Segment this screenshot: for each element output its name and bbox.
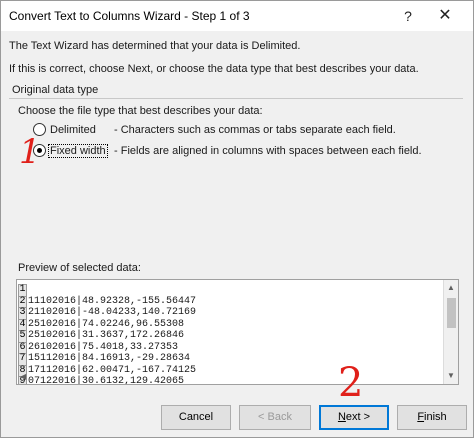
preview-row: 7 15112016|84.16913,-29.28634 <box>18 353 196 366</box>
preview-row-text <box>27 284 28 297</box>
title-bar: Convert Text to Columns Wizard - Step 1 … <box>1 1 473 31</box>
help-button[interactable]: ? <box>398 7 418 25</box>
next-button[interactable]: Next > <box>319 405 389 430</box>
preview-vertical-scrollbar[interactable]: ▲ ▼ <box>443 280 458 384</box>
wizard-dialog: Convert Text to Columns Wizard - Step 1 … <box>0 0 474 438</box>
next-accel-key: N <box>337 411 346 423</box>
intro-instructions: If this is correct, choose Next, or choo… <box>9 63 419 75</box>
preview-row-text: 21102016|-48.04233,140.72169 <box>28 307 197 318</box>
scroll-left-arrow-icon[interactable]: ◀ <box>20 372 26 381</box>
preview-row: 5 25102016|31.3637,172.26846 <box>18 330 196 343</box>
preview-label: Preview of selected data: <box>18 262 141 274</box>
preview-row-number: 7 <box>18 353 27 366</box>
preview-row: 1 <box>18 284 196 297</box>
file-type-prompt: Choose the file type that best describes… <box>18 105 263 117</box>
preview-row-text: 15112016|84.16913,-29.28634 <box>28 353 191 364</box>
preview-row-text: 25102016|31.3637,172.26846 <box>28 330 185 341</box>
annotation-step-1: 1 <box>19 132 41 172</box>
preview-row-number: 3 <box>18 307 27 320</box>
group-divider <box>9 98 463 99</box>
annotation-step-2: 2 <box>338 360 364 406</box>
delimited-description: - Characters such as commas or tabs sepa… <box>114 124 396 136</box>
intro-text: The Text Wizard has determined that your… <box>9 40 301 52</box>
scroll-thumb[interactable] <box>447 298 456 328</box>
radio-fixed-width-label[interactable]: Fixed width <box>48 143 108 158</box>
data-preview[interactable]: 1 2 11102016|48.92328,-155.56447 3 21102016|… <box>16 279 459 385</box>
window-title: Convert Text to Columns Wizard - Step 1 … <box>9 9 250 23</box>
close-button[interactable]: ✕ <box>433 6 457 26</box>
cancel-button[interactable]: Cancel <box>161 405 231 430</box>
preview-rows: 1 2 11102016|48.92328,-155.56447 3 21102016|… <box>18 284 197 385</box>
preview-row: 9 07122016|30.6132,129.42065 <box>18 376 196 385</box>
finish-button[interactable]: Finish <box>397 405 467 430</box>
preview-row-number: 5 <box>18 330 27 343</box>
original-data-type-legend: Original data type <box>12 84 102 96</box>
radio-fixed-width[interactable]: Fixed width <box>33 143 108 158</box>
preview-row: 3 21102016|-48.04233,140.72169 <box>18 307 197 320</box>
scroll-up-arrow-icon[interactable]: ▲ <box>447 283 455 292</box>
scroll-down-arrow-icon[interactable]: ▼ <box>447 371 455 380</box>
preview-row-number: 1 <box>18 284 27 297</box>
finish-label-rest: inish <box>424 411 447 423</box>
preview-row-text: 07122016|30.6132,129.42065 <box>28 376 185 385</box>
back-button[interactable]: < Back <box>239 405 311 430</box>
next-label-rest: ext > <box>345 411 371 423</box>
radio-delimited[interactable]: Delimited <box>33 123 97 136</box>
radio-delimited-label[interactable]: Delimited <box>49 124 97 136</box>
fixed-width-description: - Fields are aligned in columns with spa… <box>114 145 422 157</box>
